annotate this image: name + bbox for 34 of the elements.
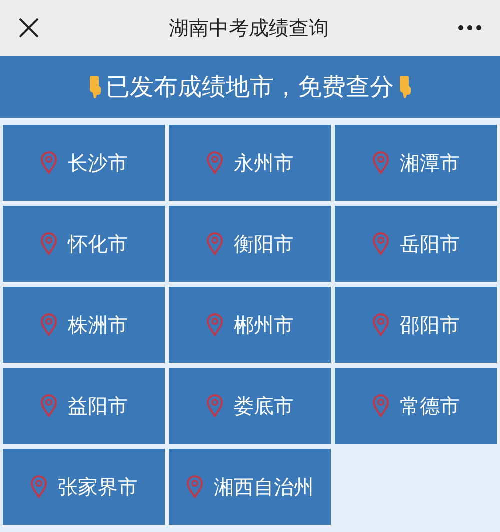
city-button[interactable]: 常德市: [335, 368, 497, 444]
city-button[interactable]: 岳阳市: [335, 206, 497, 282]
location-pin-icon: [206, 151, 224, 175]
location-pin-icon: [372, 394, 390, 418]
city-button[interactable]: 永州市: [169, 125, 331, 201]
location-pin-icon: [206, 313, 224, 337]
pointing-hand-icon: [88, 75, 102, 99]
city-button[interactable]: 张家界市: [3, 449, 165, 525]
city-button[interactable]: 湘潭市: [335, 125, 497, 201]
location-pin-icon: [206, 232, 224, 256]
location-pin-icon: [40, 232, 58, 256]
location-pin-icon: [40, 151, 58, 175]
banner-text: 已发布成绩地市，免费查分: [106, 72, 394, 103]
window-title: 湖南中考成绩查询: [169, 14, 329, 42]
location-pin-icon: [186, 475, 204, 499]
location-pin-icon: [30, 475, 48, 499]
city-button[interactable]: 娄底市: [169, 368, 331, 444]
location-pin-icon: [40, 394, 58, 418]
more-icon[interactable]: [458, 25, 482, 31]
city-button[interactable]: 益阳市: [3, 368, 165, 444]
location-pin-icon: [372, 232, 390, 256]
city-button[interactable]: 怀化市: [3, 206, 165, 282]
city-button[interactable]: 株洲市: [3, 287, 165, 363]
city-button[interactable]: 湘西自治州: [169, 449, 331, 525]
city-button[interactable]: 邵阳市: [335, 287, 497, 363]
close-icon[interactable]: [18, 17, 40, 39]
city-button[interactable]: 郴州市: [169, 287, 331, 363]
location-pin-icon: [206, 394, 224, 418]
location-pin-icon: [372, 151, 390, 175]
location-pin-icon: [372, 313, 390, 337]
pointing-hand-icon: [398, 75, 412, 99]
city-button[interactable]: 长沙市: [3, 125, 165, 201]
location-pin-icon: [40, 313, 58, 337]
city-button[interactable]: 衡阳市: [169, 206, 331, 282]
